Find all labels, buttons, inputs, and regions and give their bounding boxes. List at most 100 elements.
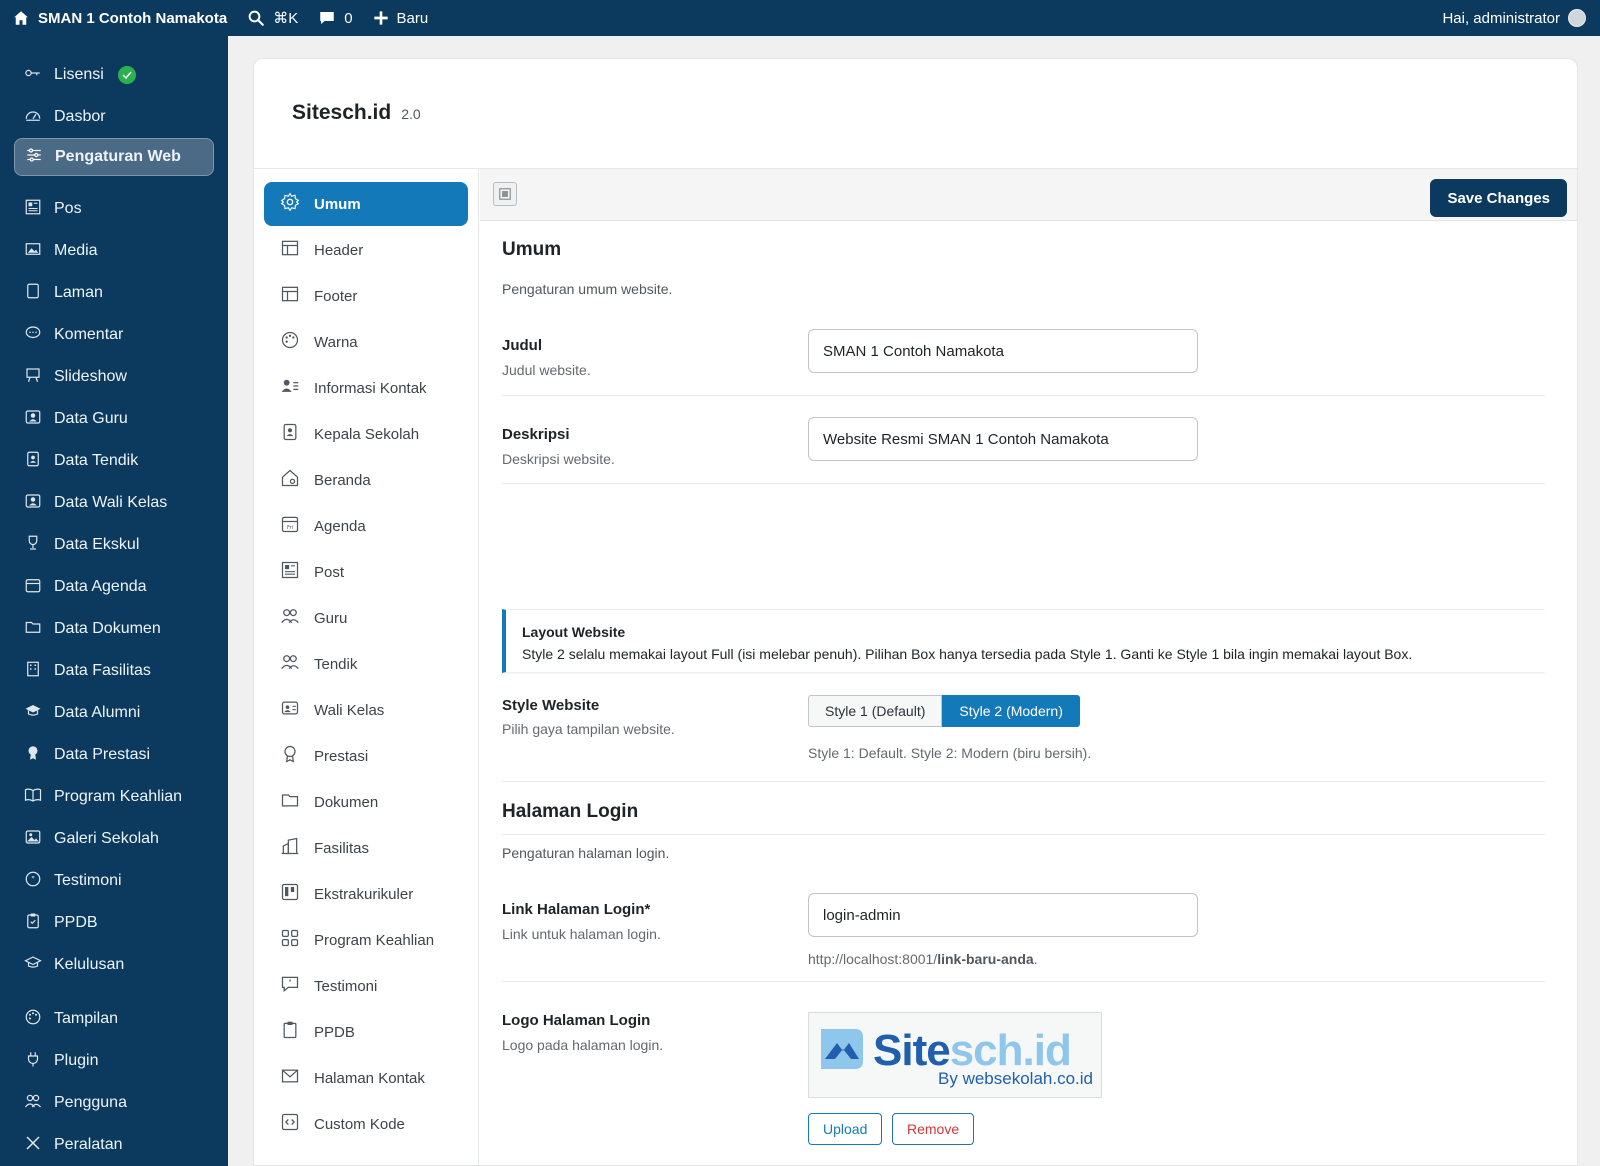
grid-icon: [280, 928, 300, 952]
style-2-option[interactable]: Style 2 (Modern): [942, 695, 1080, 727]
sidebar-item-komentar[interactable]: Komentar: [0, 314, 228, 356]
search-button[interactable]: ⌘K: [237, 0, 308, 36]
settings-card: Sitesch.id 2.0 Umum Header Footer Warna …: [253, 58, 1578, 1166]
sidebar-item-label: Pos: [54, 200, 82, 217]
tab-guru[interactable]: Guru: [264, 596, 468, 640]
sidebar-item-data-tendik[interactable]: Data Tendik: [0, 440, 228, 482]
palette-icon: [280, 330, 300, 354]
sidebar-item-pengaturan-web[interactable]: Pengaturan Web: [14, 138, 214, 176]
nav-label: Agenda: [314, 517, 366, 535]
tab-ppdb[interactable]: PPDB: [264, 1010, 468, 1054]
sidebar-item-data-agenda[interactable]: Data Agenda: [0, 566, 228, 608]
tab-header[interactable]: Header: [264, 228, 468, 272]
style-segmented-control: Style 1 (Default) Style 2 (Modern): [808, 695, 1080, 727]
sidebar-item-label: Komentar: [54, 326, 124, 343]
tab-agenda[interactable]: Fri Agenda: [264, 504, 468, 548]
tab-beranda[interactable]: Beranda: [264, 458, 468, 502]
tab-wali-kelas[interactable]: Wali Kelas: [264, 688, 468, 732]
card-header: Sitesch.id 2.0: [254, 59, 1577, 169]
sidebar-item-data-ekskul[interactable]: Data Ekskul: [0, 524, 228, 566]
section-title-umum: Umum: [502, 239, 562, 260]
sidebar-item-data-fasilitas[interactable]: Data Fasilitas: [0, 650, 228, 692]
panel-toggle-icon[interactable]: [493, 182, 517, 206]
tab-informasi-kontak[interactable]: Informasi Kontak: [264, 366, 468, 410]
tab-tendik[interactable]: Tendik: [264, 642, 468, 686]
sidebar-item-label: Kelulusan: [54, 956, 125, 973]
tab-ekstrakurikuler[interactable]: Ekstrakurikuler: [264, 872, 468, 916]
plug-icon: [24, 1050, 42, 1073]
sidebar-item-pengguna[interactable]: Pengguna: [0, 1082, 228, 1124]
nav-label: Ekstrakurikuler: [314, 885, 414, 903]
users-icon: [280, 606, 300, 630]
svg-text:": ": [31, 874, 35, 884]
tab-testimoni[interactable]: " Testimoni: [264, 964, 468, 1008]
tab-halaman-kontak[interactable]: Halaman Kontak: [264, 1056, 468, 1100]
tab-post[interactable]: Post: [264, 550, 468, 594]
upload-button[interactable]: Upload: [808, 1113, 883, 1145]
sidebar-item-pos[interactable]: Pos: [0, 188, 228, 230]
sidebar-item-data-guru[interactable]: Data Guru: [0, 398, 228, 440]
tools-icon: [24, 1134, 42, 1157]
sidebar-item-label: Testimoni: [54, 872, 122, 889]
judul-field[interactable]: [808, 329, 1198, 373]
sidebar-item-dasbor[interactable]: Dasbor: [0, 96, 228, 138]
sidebar-item-plugin[interactable]: Plugin: [0, 1040, 228, 1082]
new-content-button[interactable]: Baru: [363, 0, 439, 36]
site-home-link[interactable]: SMAN 1 Contoh Namakota: [0, 0, 237, 36]
tab-umum[interactable]: Umum: [264, 182, 468, 226]
post-icon: [280, 560, 300, 584]
judul-help: Judul website.: [502, 362, 591, 378]
remove-button[interactable]: Remove: [892, 1113, 975, 1145]
sidebar-item-ppdb[interactable]: PPDB: [0, 902, 228, 944]
nav-label: Halaman Kontak: [314, 1069, 425, 1087]
login-url-preview: http://localhost:8001/link-baru-anda.: [808, 951, 1038, 967]
sidebar-item-label: Data Tendik: [54, 452, 139, 469]
folder-icon: [24, 618, 42, 641]
link-login-field[interactable]: [808, 893, 1198, 937]
sidebar-item-laman[interactable]: Laman: [0, 272, 228, 314]
sidebar-item-testimoni[interactable]: " Testimoni: [0, 860, 228, 902]
clipboard-icon: [24, 912, 42, 935]
gear-icon: [280, 192, 300, 216]
sidebar-item-kelulusan[interactable]: Kelulusan: [0, 944, 228, 986]
logo-text-a: Site: [873, 1025, 951, 1075]
sidebar-item-peralatan[interactable]: Peralatan: [0, 1124, 228, 1166]
style-1-option[interactable]: Style 1 (Default): [808, 695, 943, 727]
sidebar-item-lisensi[interactable]: Lisensi: [0, 54, 228, 96]
sidebar-item-tampilan[interactable]: Tampilan: [0, 998, 228, 1040]
tab-custom-kode[interactable]: Custom Kode: [264, 1102, 468, 1146]
sidebar-item-data-alumni[interactable]: Data Alumni: [0, 692, 228, 734]
sidebar-item-data-prestasi[interactable]: Data Prestasi: [0, 734, 228, 776]
tab-footer[interactable]: Footer: [264, 274, 468, 318]
sidebar-item-label: Pengguna: [54, 1094, 127, 1111]
nav-label: Kepala Sekolah: [314, 425, 420, 443]
sidebar-item-data-wali-kelas[interactable]: Data Wali Kelas: [0, 482, 228, 524]
sidebar-item-program-keahlian[interactable]: Program Keahlian: [0, 776, 228, 818]
sidebar-item-galeri-sekolah[interactable]: Galeri Sekolah: [0, 818, 228, 860]
folder-icon: [280, 790, 300, 814]
check-icon: [117, 66, 136, 84]
save-changes-button[interactable]: Save Changes: [1430, 179, 1567, 217]
tab-prestasi[interactable]: Prestasi: [264, 734, 468, 778]
account-menu[interactable]: Hai, administrator: [1432, 0, 1600, 36]
tab-fasilitas[interactable]: Fasilitas: [264, 826, 468, 870]
comments-button[interactable]: 0: [308, 0, 362, 36]
tab-kepala-sekolah[interactable]: Kepala Sekolah: [264, 412, 468, 456]
deskripsi-field[interactable]: [808, 417, 1198, 461]
palette-icon: [24, 1008, 42, 1031]
dashboard-icon: [24, 106, 42, 129]
building-icon: [24, 660, 42, 683]
trello-icon: [280, 882, 300, 906]
tab-program-keahlian[interactable]: Program Keahlian: [264, 918, 468, 962]
sidebar-item-data-dokumen[interactable]: Data Dokumen: [0, 608, 228, 650]
sidebar-item-media[interactable]: Media: [0, 230, 228, 272]
version-label: 2.0: [401, 106, 421, 122]
svg-text:": ": [288, 979, 291, 988]
tab-warna[interactable]: Warna: [264, 320, 468, 364]
tab-dokumen[interactable]: Dokumen: [264, 780, 468, 824]
url-suffix: .: [1033, 951, 1038, 967]
nav-label: Footer: [314, 287, 358, 305]
url-prefix: http://localhost:8001/: [808, 951, 938, 967]
sidebar-item-slideshow[interactable]: Slideshow: [0, 356, 228, 398]
nav-label: Fasilitas: [314, 839, 370, 857]
